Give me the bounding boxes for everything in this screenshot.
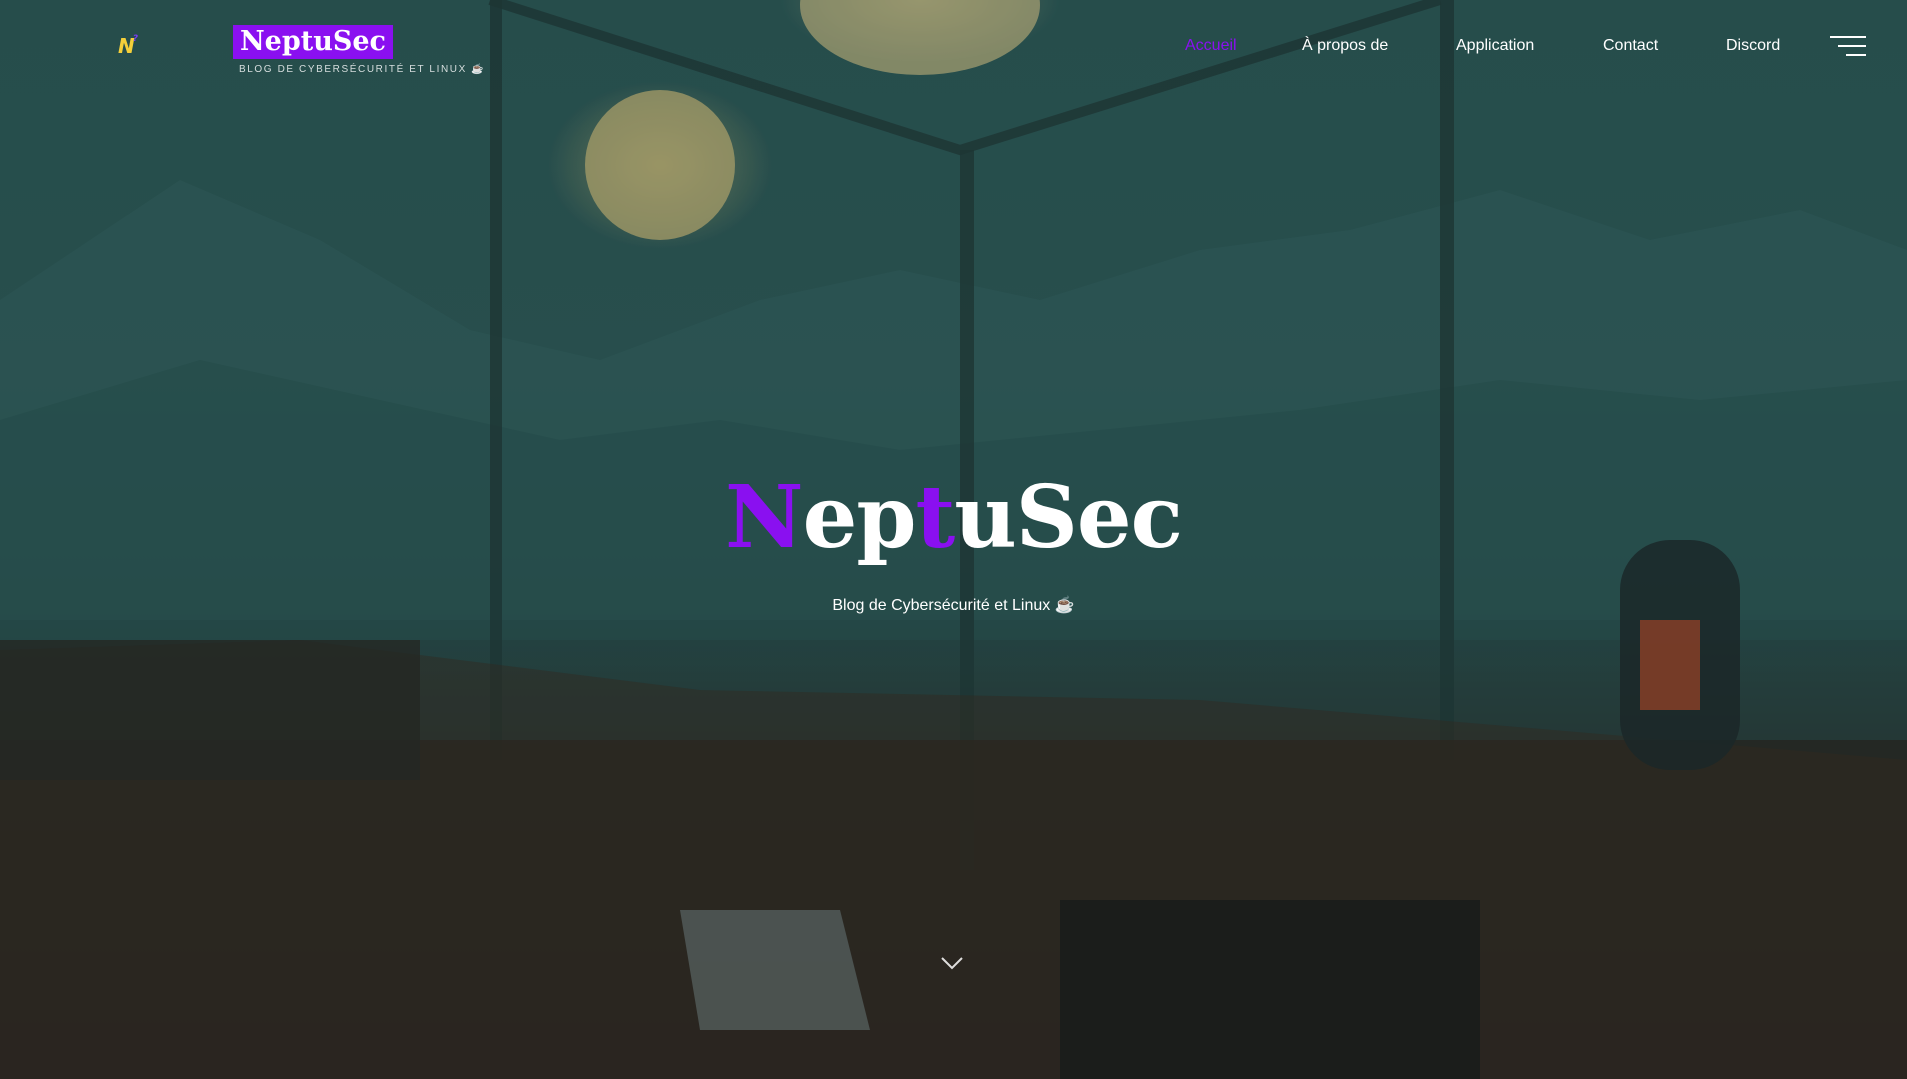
nav-item-application[interactable]: Application bbox=[1456, 37, 1534, 55]
hero-title-part: uSec bbox=[954, 467, 1183, 568]
main-navigation: Accueil À propos de Application Contact … bbox=[0, 37, 1907, 59]
hamburger-icon[interactable] bbox=[1830, 36, 1866, 58]
chevron-down-icon[interactable] bbox=[940, 956, 964, 970]
hero-title: NeptuSec bbox=[0, 468, 1907, 568]
hero-subtitle: Blog de Cybersécurité et Linux ☕ bbox=[832, 597, 1075, 614]
nav-item-a-propos[interactable]: À propos de bbox=[1302, 37, 1388, 55]
nav-item-discord[interactable]: Discord bbox=[1726, 37, 1780, 55]
nav-item-contact[interactable]: Contact bbox=[1603, 37, 1658, 55]
site-tagline: BLOG DE CYBERSÉCURITÉ ET LINUX ☕ bbox=[239, 64, 486, 75]
hero-title-part: t bbox=[915, 467, 956, 568]
hero-title-part: ep bbox=[802, 467, 917, 568]
hero-title-part: N bbox=[725, 467, 804, 568]
nav-item-accueil[interactable]: Accueil bbox=[1185, 37, 1237, 55]
